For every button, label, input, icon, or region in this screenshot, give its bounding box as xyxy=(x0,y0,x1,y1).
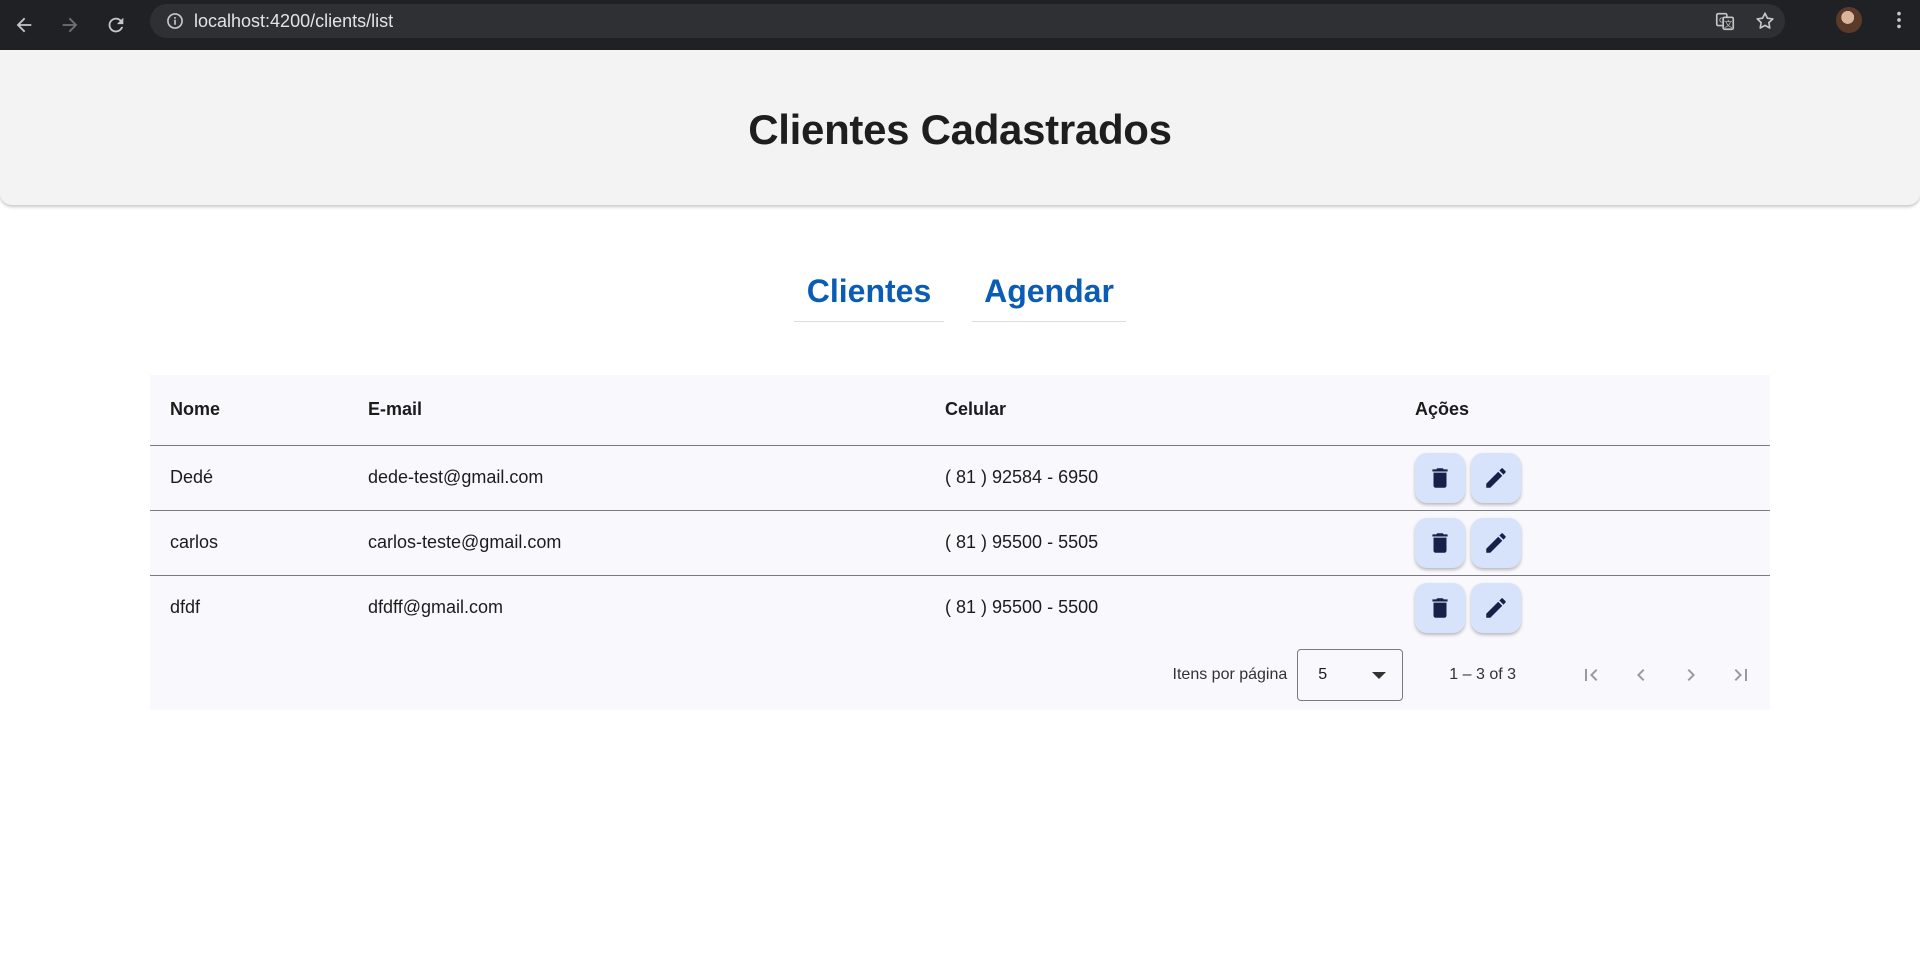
edit-button[interactable] xyxy=(1471,452,1521,503)
cell-actions xyxy=(1415,445,1770,511)
clients-table-container: Nome E-mail Celular Ações Dedé dede-test… xyxy=(150,375,1770,710)
previous-page-button[interactable] xyxy=(1616,650,1666,700)
cell-celular: ( 81 ) 95500 - 5505 xyxy=(945,510,1415,576)
cell-nome: Dedé xyxy=(150,445,368,511)
chevron-right-icon xyxy=(1687,669,1695,681)
delete-icon xyxy=(1432,532,1448,553)
back-button[interactable] xyxy=(2,5,46,45)
forward-button[interactable] xyxy=(48,5,92,45)
url-text: localhost:4200/clients/list xyxy=(194,10,394,31)
reload-icon xyxy=(108,17,124,33)
table-row: dfdf dfdff@gmail.com ( 81 ) 95500 - 5500 xyxy=(150,575,1770,640)
paginator: Itens por página 5 1 – 3 of 3 xyxy=(150,645,1770,705)
browser-toolbar: localhost:4200/clients/list 文G xyxy=(0,0,1920,50)
edit-icon xyxy=(1486,532,1506,553)
tab-agendar[interactable]: Agendar xyxy=(972,262,1126,322)
address-bar[interactable]: localhost:4200/clients/list 文G xyxy=(150,4,1785,38)
nav-tabs: Clientes Agendar xyxy=(0,262,1920,322)
svg-text:文: 文 xyxy=(1724,19,1732,29)
page-header: Clientes Cadastrados xyxy=(0,50,1920,205)
cell-email: dfdff@gmail.com xyxy=(368,597,503,618)
cell-nome: carlos xyxy=(150,510,368,576)
first-page-button[interactable] xyxy=(1566,650,1616,700)
first-page-icon xyxy=(1585,669,1598,681)
delete-button[interactable] xyxy=(1415,517,1465,568)
chevron-left-icon xyxy=(1637,669,1645,681)
cell-email: carlos-teste@gmail.com xyxy=(368,510,945,576)
page-size-select[interactable]: 5 xyxy=(1297,649,1404,701)
page-title: Clientes Cadastrados xyxy=(748,105,1172,153)
clients-table: Nome E-mail Celular Ações Dedé dede-test… xyxy=(150,375,1770,640)
delete-icon xyxy=(1432,598,1448,618)
column-header-acoes: Ações xyxy=(1415,375,1770,446)
edit-icon xyxy=(1486,597,1506,618)
cell-celular: ( 81 ) 92584 - 6950 xyxy=(945,445,1415,511)
edit-icon xyxy=(1486,467,1506,488)
svg-text:G: G xyxy=(1719,15,1725,24)
column-header-email: E-mail xyxy=(368,375,945,446)
profile-avatar[interactable] xyxy=(1836,7,1862,33)
chevron-down-icon xyxy=(1372,672,1387,679)
cell-actions xyxy=(1415,510,1770,576)
cell-nome: dfdf xyxy=(170,597,201,618)
edit-button[interactable] xyxy=(1471,582,1521,633)
page-range-label: 1 – 3 of 3 xyxy=(1449,666,1516,683)
reload-button[interactable] xyxy=(94,5,138,45)
next-page-button[interactable] xyxy=(1666,650,1716,700)
delete-icon xyxy=(1432,467,1448,488)
edit-button[interactable] xyxy=(1471,517,1521,568)
table-row: carlos carlos-teste@gmail.com ( 81 ) 955… xyxy=(150,510,1770,576)
bookmark-star-icon[interactable] xyxy=(1745,4,1785,38)
cell-celular: ( 81 ) 95500 - 5500 xyxy=(945,597,1099,618)
forward-arrow-icon xyxy=(62,17,78,33)
back-arrow-icon xyxy=(16,17,32,33)
menu-kebab-icon[interactable] xyxy=(1884,0,1914,40)
table-header-row: Nome E-mail Celular Ações xyxy=(150,375,1770,446)
page-size-value: 5 xyxy=(1318,666,1328,683)
last-page-button[interactable] xyxy=(1716,650,1766,700)
column-header-nome: Nome xyxy=(150,375,368,446)
cell-actions xyxy=(1415,575,1770,640)
items-per-page-label: Itens por página xyxy=(1172,666,1288,683)
column-header-celular: Celular xyxy=(945,375,1415,446)
delete-button[interactable] xyxy=(1415,452,1465,503)
last-page-icon xyxy=(1734,669,1747,681)
cell-email: dede-test@gmail.com xyxy=(368,445,945,511)
tab-clientes[interactable]: Clientes xyxy=(794,262,944,322)
delete-button[interactable] xyxy=(1415,582,1465,633)
translate-icon[interactable]: 文G xyxy=(1705,4,1745,38)
table-row: Dedé dede-test@gmail.com ( 81 ) 92584 - … xyxy=(150,445,1770,511)
site-info-icon[interactable] xyxy=(156,4,194,38)
